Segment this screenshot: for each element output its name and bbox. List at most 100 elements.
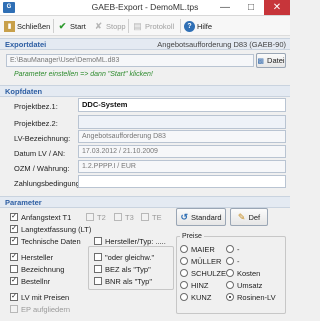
projektbez1-input[interactable]: DDC-System bbox=[78, 98, 286, 112]
checkbox-bnr-als-typ[interactable]: BNR als "Typ" bbox=[94, 276, 152, 286]
minimize-icon[interactable]: — bbox=[212, 0, 238, 15]
radio-label: Kosten bbox=[237, 268, 261, 278]
checkbox-t3[interactable]: T3 bbox=[114, 212, 134, 222]
close-icon[interactable]: ✕ bbox=[264, 0, 290, 15]
radio-hinz[interactable]: HINZ bbox=[180, 280, 209, 290]
ozm-field[interactable]: 1.2.PPPP.I / EUR bbox=[78, 160, 286, 173]
radio-label: MAIER bbox=[191, 244, 215, 254]
params-section-title: Parameter bbox=[5, 198, 42, 207]
checkbox-label: TE bbox=[152, 212, 162, 222]
checkbox-bestellnr[interactable]: ✓ Bestellnr bbox=[10, 276, 50, 286]
checkbox-hersteller[interactable]: ✓ Hersteller bbox=[10, 252, 53, 262]
checkbox-box[interactable] bbox=[94, 277, 102, 285]
checkbox-label: EP aufgliedern bbox=[21, 304, 71, 314]
radio-label: MÜLLER bbox=[191, 256, 222, 266]
protocol-button[interactable]: ▤ Protokoll bbox=[132, 19, 174, 33]
checkbox-bez-als-typ[interactable]: BEZ als "Typ" bbox=[94, 264, 151, 274]
checkbox-label: Hersteller bbox=[21, 252, 54, 262]
radio-button[interactable] bbox=[180, 245, 188, 253]
file-button[interactable]: ▩ Datei bbox=[256, 53, 286, 68]
checkbox-t2[interactable]: T2 bbox=[86, 212, 106, 222]
toolbar: ▮ Schließen ✔ Start ✘ Stopp ▤ Protokoll … bbox=[0, 16, 290, 36]
checkbox-box[interactable] bbox=[94, 253, 102, 261]
checkbox-ep-aufgliedern[interactable]: EP aufgliedern bbox=[10, 304, 70, 314]
radio-rosinen-lv[interactable]: Rosinen-LV bbox=[226, 292, 276, 302]
checkbox-label: Anfangstext T1 bbox=[21, 212, 72, 222]
stop-button[interactable]: ✘ Stopp bbox=[93, 19, 126, 33]
lv-bezeichnung-field[interactable]: Angebotsaufforderung D83 bbox=[78, 130, 286, 143]
radio-label: SCHULZE bbox=[191, 268, 227, 278]
save-def-icon: ✎ bbox=[237, 211, 246, 222]
projektbez2-input[interactable] bbox=[78, 115, 286, 129]
protocol-label: Protokoll bbox=[145, 21, 175, 31]
checkbox-bezeichnung[interactable]: Bezeichnung bbox=[10, 264, 64, 274]
checkbox-box[interactable]: ✓ bbox=[10, 253, 18, 261]
checkbox-langtext[interactable]: ✓ Langtextfassung (LT) bbox=[10, 224, 91, 234]
field-label-projektbez1: Projektbez.1: bbox=[14, 102, 58, 111]
checkbox-box[interactable]: ✓ bbox=[10, 277, 18, 285]
radio-schulze[interactable]: SCHULZE bbox=[180, 268, 226, 278]
radio-button[interactable] bbox=[180, 293, 188, 301]
export-format-label: Angebotsaufforderung D83 (GAEB-90) bbox=[157, 40, 286, 49]
title-bar: G GAEB-Export - DemoML.tps — □ ✕ bbox=[0, 0, 290, 16]
radio-button[interactable] bbox=[226, 257, 234, 265]
header-section-header: Kopfdaten bbox=[0, 85, 290, 97]
standard-button[interactable]: ↺ Standard bbox=[176, 208, 226, 226]
checkbox-hersteller-typ[interactable]: Hersteller/Typ: ..... bbox=[94, 236, 166, 246]
field-label-datum: Datum LV / AN: bbox=[14, 149, 66, 158]
checkbox-box[interactable] bbox=[86, 213, 94, 221]
params-section-header: Parameter bbox=[0, 196, 290, 208]
checkbox-box[interactable] bbox=[10, 305, 18, 313]
radio-blank-2[interactable]: - bbox=[226, 256, 240, 266]
checkbox-box[interactable] bbox=[141, 213, 149, 221]
stop-icon: ✘ bbox=[94, 20, 103, 31]
checkbox-box[interactable] bbox=[94, 265, 102, 273]
checkbox-te[interactable]: TE bbox=[141, 212, 162, 222]
door-icon: ▮ bbox=[4, 20, 15, 32]
radio-maier[interactable]: MAIER bbox=[180, 244, 215, 254]
checkbox-box[interactable] bbox=[94, 237, 102, 245]
radio-kosten[interactable]: Kosten bbox=[226, 268, 260, 278]
checkbox-label: Hersteller/Typ: ..... bbox=[105, 236, 166, 246]
checkbox-technische-daten[interactable]: ✓ Technische Daten bbox=[10, 236, 81, 246]
radio-label: Rosinen-LV bbox=[237, 292, 276, 302]
field-label-zahlungsbedingung: Zahlungsbedingung: bbox=[14, 179, 82, 188]
start-label: Start bbox=[70, 21, 86, 31]
radio-button[interactable] bbox=[226, 269, 234, 277]
radio-blank-1[interactable]: - bbox=[226, 244, 240, 254]
radio-button[interactable] bbox=[180, 269, 188, 277]
checkbox-label: "oder gleichw." bbox=[105, 252, 155, 262]
maximize-icon[interactable]: □ bbox=[238, 0, 264, 15]
zahlungsbedingung-input[interactable] bbox=[78, 175, 286, 188]
radio-button[interactable] bbox=[226, 281, 234, 289]
radio-button[interactable] bbox=[180, 281, 188, 289]
checkbox-box[interactable] bbox=[114, 213, 122, 221]
datum-field[interactable]: 17.03.2012 / 21.10.2009 bbox=[78, 145, 286, 158]
export-file-field[interactable]: E:\BauManager\User\DemoML.d83 bbox=[6, 54, 254, 67]
radio-button[interactable] bbox=[226, 245, 234, 253]
close-label: Schließen bbox=[17, 21, 51, 31]
checkbox-box[interactable]: ✓ bbox=[10, 237, 18, 245]
radio-button[interactable] bbox=[226, 293, 234, 301]
help-button[interactable]: ? Hilfe bbox=[184, 19, 212, 33]
start-button[interactable]: ✔ Start bbox=[57, 19, 86, 33]
export-hint: Parameter einstellen => dann "Start" kli… bbox=[14, 71, 153, 78]
checkbox-oder-gleichw[interactable]: "oder gleichw." bbox=[94, 252, 154, 262]
checkbox-box[interactable] bbox=[10, 265, 18, 273]
radio-label: - bbox=[237, 244, 240, 254]
radio-mueller[interactable]: MÜLLER bbox=[180, 256, 221, 266]
radio-label: KUNZ bbox=[191, 292, 212, 302]
def-button[interactable]: ✎ Def bbox=[230, 208, 268, 226]
radio-button[interactable] bbox=[180, 257, 188, 265]
checkbox-box[interactable]: ✓ bbox=[10, 293, 18, 301]
checkbox-lv-mit-preisen[interactable]: ✓ LV mit Preisen bbox=[10, 292, 69, 302]
checkbox-anfangstext[interactable]: ✓ Anfangstext T1 bbox=[10, 212, 71, 222]
checkbox-box[interactable]: ✓ bbox=[10, 225, 18, 233]
checkbox-box[interactable]: ✓ bbox=[10, 213, 18, 221]
radio-umsatz[interactable]: Umsatz bbox=[226, 280, 262, 290]
field-label-projektbez2: Projektbez.2: bbox=[14, 119, 58, 128]
radio-kunz[interactable]: KUNZ bbox=[180, 292, 211, 302]
toolbar-separator bbox=[53, 19, 54, 33]
checkbox-label: Technische Daten bbox=[21, 236, 81, 246]
close-button[interactable]: ▮ Schließen bbox=[4, 19, 50, 33]
